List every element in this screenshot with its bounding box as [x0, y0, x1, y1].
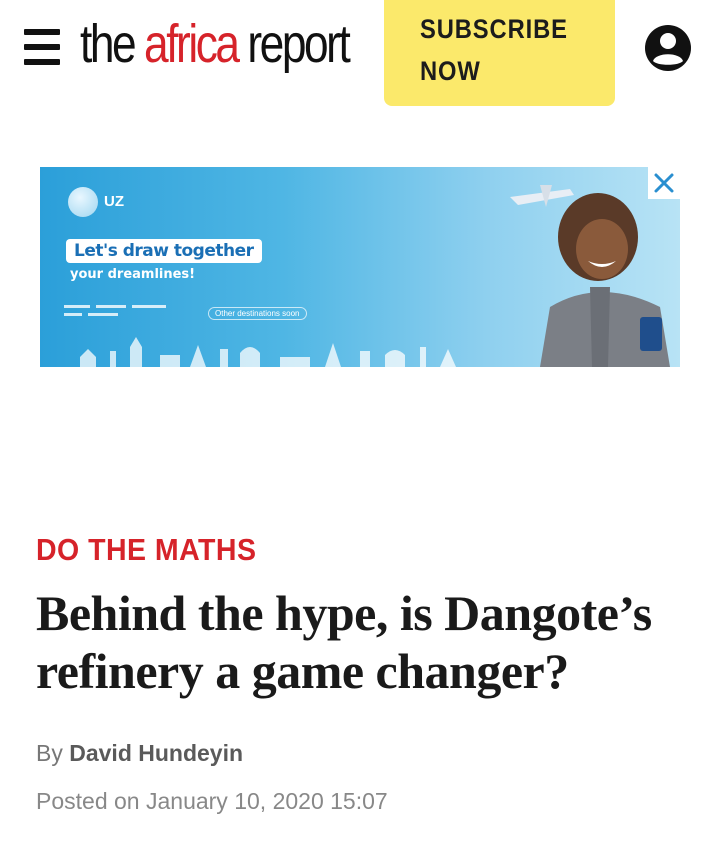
- article-category[interactable]: DO THE MATHS: [36, 532, 256, 568]
- ad-brand-logo: UZ: [68, 187, 124, 217]
- publish-date-value: January 10, 2020 15:07: [145, 788, 388, 814]
- ad-cta: Other destinations soon: [208, 307, 307, 320]
- article-headline: Behind the hype, is Dangote’s refinery a…: [36, 585, 652, 699]
- user-account-icon[interactable]: [644, 24, 692, 72]
- close-icon: [654, 173, 674, 193]
- hamburger-menu-icon[interactable]: [22, 27, 62, 67]
- globe-icon: [68, 187, 98, 217]
- posted-label: Posted on: [36, 788, 140, 814]
- ad-destination-list: [64, 303, 194, 327]
- ad-subheadline: your dreamlines!: [70, 267, 196, 282]
- logo-word-report: report: [237, 14, 350, 74]
- article-publish-date: Posted on January 10, 2020 15:07: [36, 788, 388, 815]
- site-logo[interactable]: the africa report: [80, 14, 351, 74]
- byline-label: By: [36, 740, 63, 766]
- ad-headline: Let's draw together: [66, 239, 262, 263]
- site-header: the africa report SUBSCRIBE NOW: [0, 0, 720, 110]
- author-link[interactable]: David Hundeyin: [69, 740, 243, 766]
- ad-close-button[interactable]: [648, 167, 680, 199]
- article-byline: By David Hundeyin: [36, 740, 243, 767]
- subscribe-label-line1: SUBSCRIBE: [420, 14, 568, 44]
- advertisement-banner[interactable]: UZ Let's draw together your dreamlines! …: [40, 167, 680, 367]
- subscribe-label-line2: NOW: [420, 56, 481, 86]
- logo-word-the: the: [80, 14, 145, 74]
- subscribe-button[interactable]: SUBSCRIBE NOW: [384, 0, 615, 106]
- ad-brand-text: UZ: [104, 192, 124, 210]
- logo-word-africa: africa: [144, 14, 240, 74]
